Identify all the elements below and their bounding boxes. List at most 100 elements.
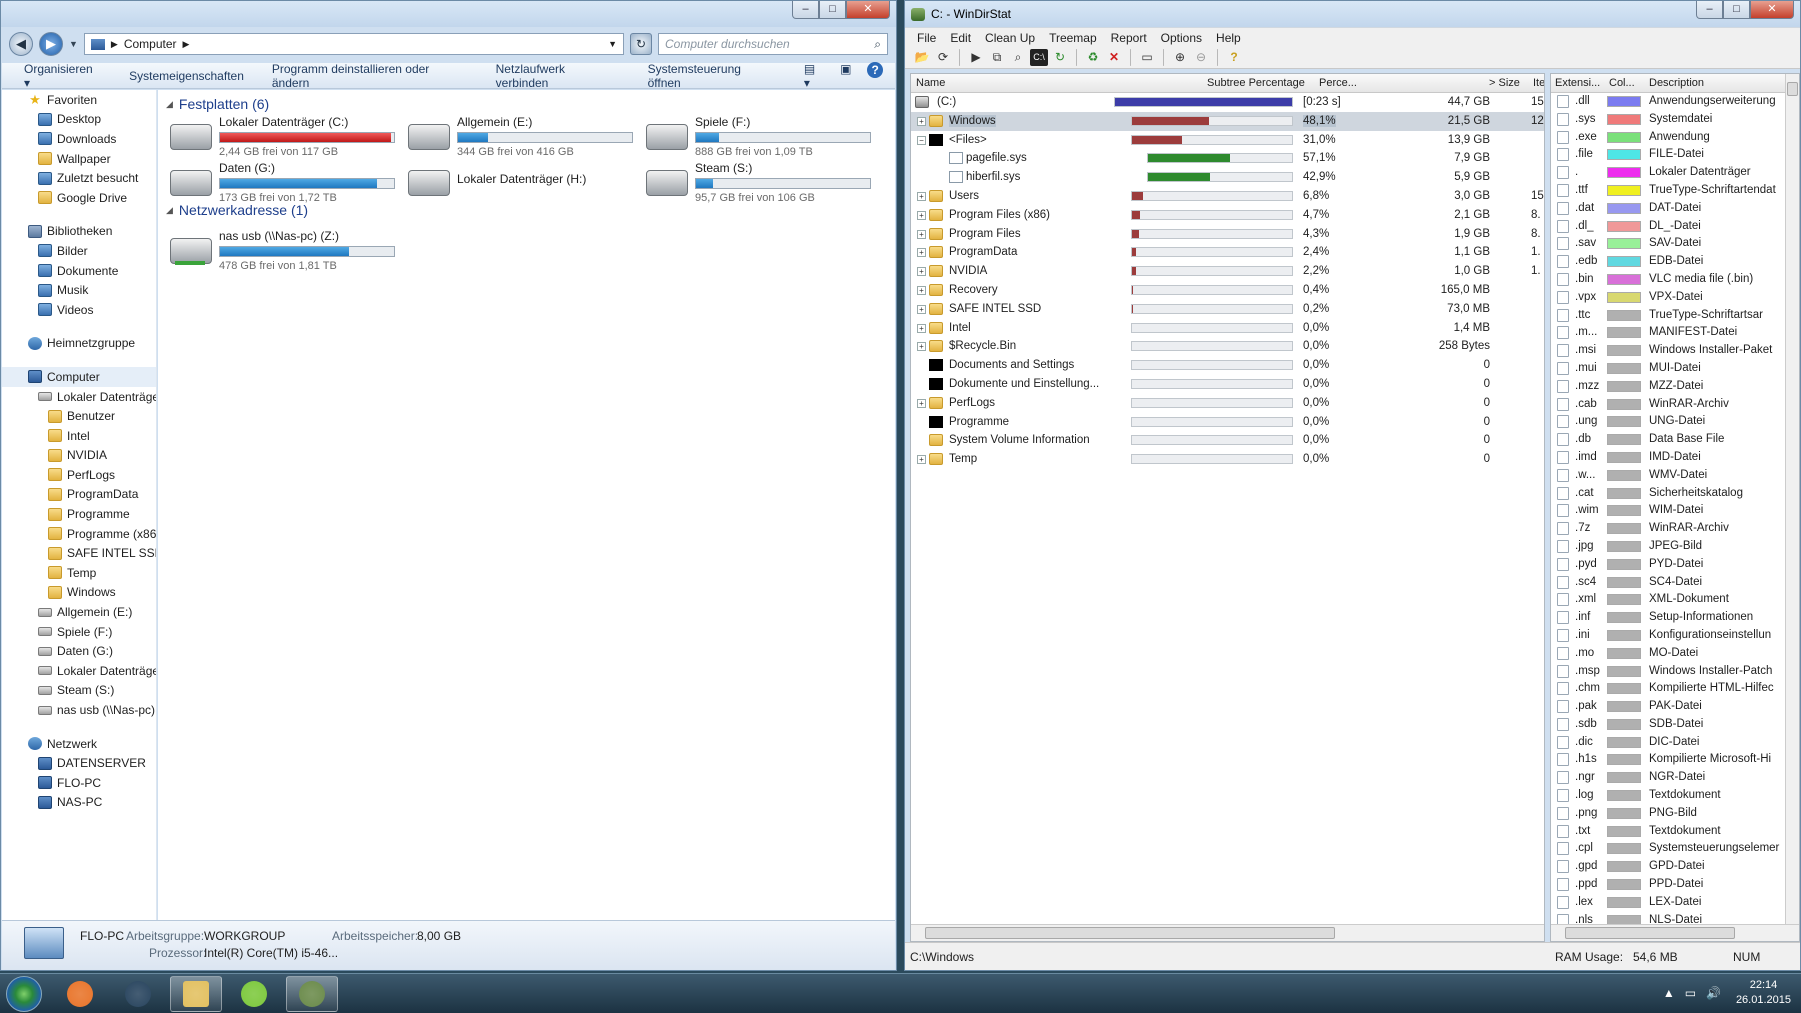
extension-row[interactable]: .sc4 SC4-Datei — [1551, 574, 1799, 592]
expand-icon[interactable]: + — [917, 229, 926, 239]
column-size[interactable]: > Size — [1489, 77, 1520, 89]
tree-row[interactable]: Documents and Settings 0,0% 0 — [911, 356, 1544, 375]
sidebar-item[interactable]: Bilder — [2, 241, 156, 261]
tree-row[interactable]: + Program Files (x86) 4,7% 2,1 GB 8. — [911, 206, 1544, 225]
expand-icon[interactable]: + — [917, 285, 926, 295]
breadcrumb-separator-icon[interactable]: ▶ — [183, 39, 190, 50]
sidebar-item[interactable]: Benutzer — [2, 406, 156, 426]
extension-row[interactable]: .msp Windows Installer-Patch — [1551, 663, 1799, 681]
section-header[interactable]: ◢ Festplatten (6) — [166, 96, 269, 112]
expand-icon[interactable]: + — [917, 323, 926, 333]
extension-row[interactable]: .chm Kompilierte HTML-Hilfec — [1551, 680, 1799, 698]
menu-file[interactable]: File — [917, 31, 936, 45]
sidebar-item[interactable]: nas usb (\\Nas-pc) ( — [2, 700, 156, 720]
address-dropdown-icon[interactable]: ▼ — [608, 39, 617, 49]
scroll-thumb[interactable] — [1787, 82, 1798, 96]
command-3[interactable]: Netzlaufwerk verbinden — [496, 62, 620, 90]
expand-icon[interactable]: + — [917, 248, 926, 258]
help-icon[interactable]: ? — [1225, 49, 1243, 66]
tree-row[interactable]: + SAFE INTEL SSD 0,2% 73,0 MB — [911, 300, 1544, 319]
tree-row[interactable]: + $Recycle.Bin 0,0% 258 Bytes — [911, 337, 1544, 356]
drive-tile[interactable]: Allgemein (E:) 344 GB frei von 416 GB — [408, 112, 638, 160]
sidebar-item[interactable]: Heimnetzgruppe — [2, 334, 156, 354]
column-items[interactable]: Ite — [1533, 77, 1544, 89]
extension-row[interactable]: .exe Anwendung — [1551, 129, 1799, 147]
column-subtree-percentage[interactable]: Subtree Percentage — [1207, 77, 1305, 89]
recent-pages-chevron-icon[interactable]: ▼ — [69, 39, 78, 49]
tree-row[interactable]: hiberfil.sys 42,9% 5,9 GB — [911, 168, 1544, 187]
sidebar-item[interactable]: Zuletzt besucht — [2, 168, 156, 188]
sidebar-item[interactable]: Windows — [2, 583, 156, 603]
sidebar-item[interactable]: Spiele (F:) — [2, 622, 156, 642]
tree-row[interactable]: + Intel 0,0% 1,4 MB — [911, 319, 1544, 338]
sidebar-item[interactable]: Lokaler Datenträger — [2, 661, 156, 681]
sidebar-item[interactable]: Intel — [2, 426, 156, 446]
extension-row[interactable]: .w... WMV-Datei — [1551, 467, 1799, 485]
extension-vertical-scrollbar[interactable] — [1785, 74, 1799, 924]
expand-icon[interactable]: + — [917, 455, 926, 465]
properties-icon[interactable]: ▭ — [1138, 49, 1156, 66]
extension-row[interactable]: .msi Windows Installer-Paket — [1551, 342, 1799, 360]
sidebar-item[interactable]: Musik — [2, 280, 156, 300]
menu-report[interactable]: Report — [1111, 31, 1147, 45]
minimize-button[interactable]: – — [1696, 1, 1723, 19]
collapse-triangle-icon[interactable]: ◢ — [166, 99, 173, 110]
breadcrumb-separator-icon[interactable]: ▶ — [111, 39, 118, 50]
extension-row[interactable]: .mui MUI-Datei — [1551, 360, 1799, 378]
taskbar-explorer-button[interactable] — [170, 976, 222, 1012]
extension-row[interactable]: .lex LEX-Datei — [1551, 894, 1799, 912]
expand-icon[interactable]: + — [917, 210, 926, 220]
extension-row[interactable]: .ung UNG-Datei — [1551, 413, 1799, 431]
close-button[interactable]: ✕ — [846, 1, 890, 19]
extension-row[interactable]: .xml XML-Dokument — [1551, 591, 1799, 609]
extension-row[interactable]: .ngr NGR-Datei — [1551, 769, 1799, 787]
drive-tile[interactable]: Lokaler Datenträger (H:) — [408, 158, 638, 206]
help-icon[interactable]: ? — [867, 61, 883, 78]
taskbar-spotify-button[interactable] — [228, 976, 280, 1012]
extension-row[interactable]: .sav SAV-Datei — [1551, 235, 1799, 253]
sidebar-item[interactable]: Wallpaper — [2, 149, 156, 169]
minimize-button[interactable]: – — [792, 1, 819, 19]
start-button[interactable] — [6, 976, 42, 1012]
command-2[interactable]: Programm deinstallieren oder ändern — [272, 62, 468, 90]
expand-icon[interactable]: + — [917, 304, 926, 314]
sidebar-item[interactable]: Dokumente — [2, 261, 156, 281]
clock[interactable]: 22:14 26.01.2015 — [1736, 978, 1791, 1008]
extension-row[interactable]: .vpx VPX-Datei — [1551, 289, 1799, 307]
extension-row[interactable]: .ppd PPD-Datei — [1551, 876, 1799, 894]
extension-row[interactable]: .gpd GPD-Datei — [1551, 858, 1799, 876]
extension-row[interactable]: .bin VLC media file (.bin) — [1551, 271, 1799, 289]
extension-row[interactable]: .ini Konfigurationseinstellun — [1551, 627, 1799, 645]
sidebar-item[interactable]: PerfLogs — [2, 465, 156, 485]
scroll-thumb[interactable] — [925, 927, 1335, 939]
extension-row[interactable]: .imd IMD-Datei — [1551, 449, 1799, 467]
refresh-icon[interactable]: ↻ — [630, 33, 652, 55]
menu-options[interactable]: Options — [1161, 31, 1202, 45]
sidebar-item[interactable]: Temp — [2, 563, 156, 583]
column-extension[interactable]: Extensi... — [1555, 77, 1600, 89]
sidebar-item[interactable]: Bibliotheken — [2, 222, 156, 242]
extension-row[interactable]: .txt Textdokument — [1551, 823, 1799, 841]
collapse-icon[interactable]: − — [917, 135, 926, 145]
drive-tile[interactable]: nas usb (\\Nas-pc) (Z:) 478 GB frei von 1… — [170, 226, 400, 274]
extension-row[interactable]: .wim WIM-Datei — [1551, 502, 1799, 520]
command-1[interactable]: Systemeigenschaften — [129, 69, 244, 83]
command-4[interactable]: Systemsteuerung öffnen — [648, 62, 776, 90]
extension-row[interactable]: .log Textdokument — [1551, 787, 1799, 805]
menu-help[interactable]: Help — [1216, 31, 1241, 45]
extension-row[interactable]: . Lokaler Datenträger — [1551, 164, 1799, 182]
back-button[interactable]: ◀ — [9, 32, 33, 56]
extension-row[interactable]: .inf Setup-Informationen — [1551, 609, 1799, 627]
maximize-button[interactable]: □ — [1723, 1, 1750, 19]
tree-row[interactable]: − <Files> 31,0% 13,9 GB — [911, 131, 1544, 150]
sidebar-item[interactable]: Computer — [2, 367, 156, 387]
recycle-icon[interactable]: ♻ — [1084, 49, 1102, 66]
address-bar[interactable]: ▶ Computer ▶ ▼ — [83, 33, 624, 55]
section-header[interactable]: ◢ Netzwerkadresse (1) — [166, 202, 308, 218]
sidebar-item[interactable]: Downloads — [2, 129, 156, 149]
extension-row[interactable]: .dl_ DL_-Datei — [1551, 218, 1799, 236]
column-name[interactable]: Name — [916, 77, 945, 89]
column-percentage[interactable]: Perce... — [1319, 77, 1357, 89]
volume-icon[interactable]: 🔊 — [1706, 986, 1721, 1000]
view-options-icon[interactable]: ▤ ▾ — [804, 62, 824, 90]
